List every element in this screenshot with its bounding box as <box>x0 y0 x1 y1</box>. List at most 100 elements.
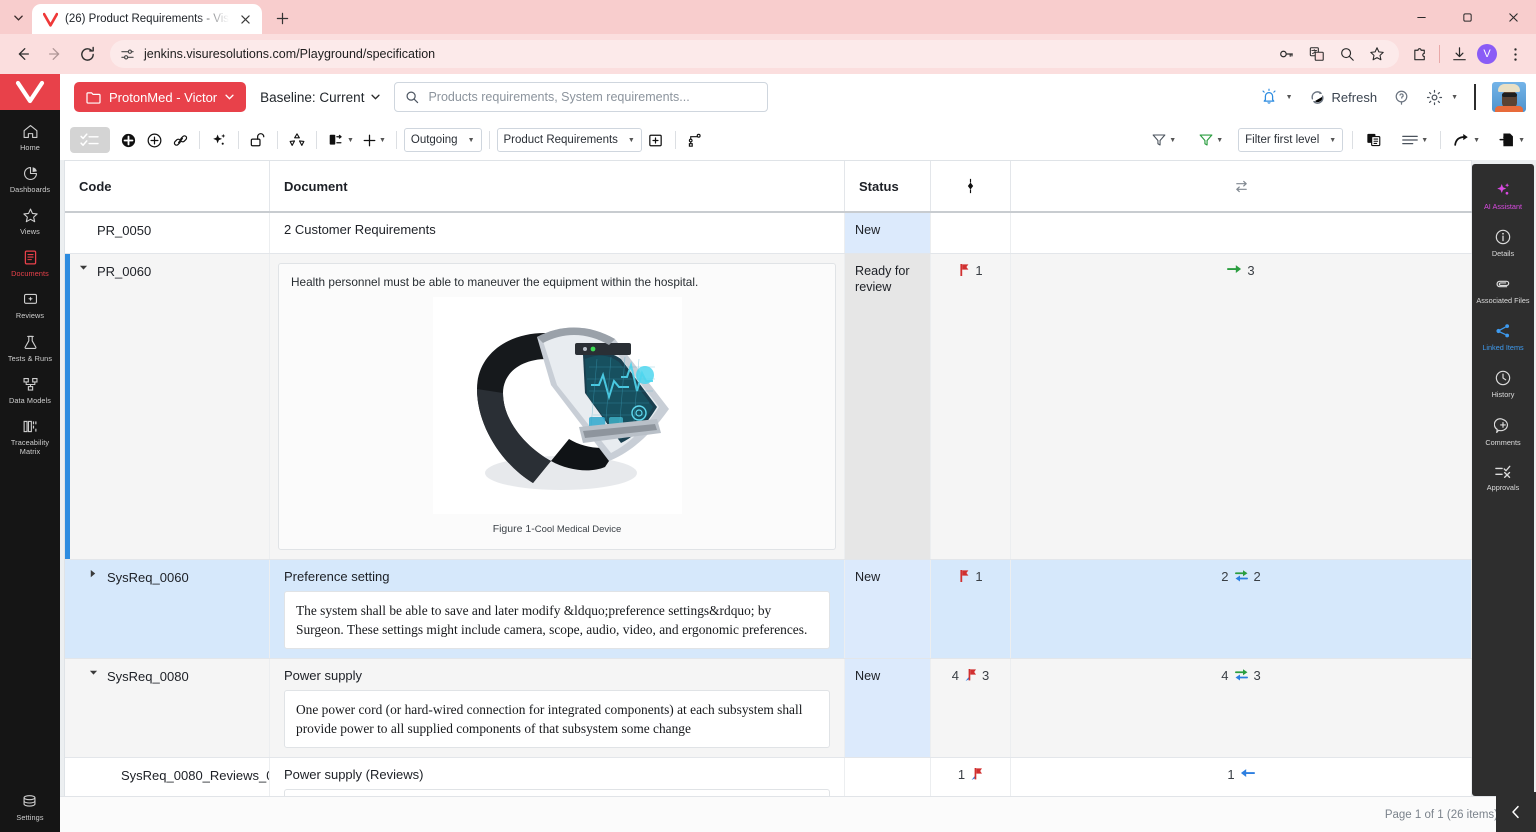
back-icon[interactable] <box>8 39 38 69</box>
sidebar-item-settings[interactable]: Settings <box>14 786 45 832</box>
panel-item-comments[interactable]: Comments <box>1472 408 1534 455</box>
refresh-button[interactable]: Refresh <box>1309 89 1377 106</box>
ai-suggest-button[interactable] <box>207 127 231 153</box>
panel-item-details[interactable]: Details <box>1472 219 1534 266</box>
sidebar-item-documents[interactable]: Documents <box>0 242 60 284</box>
profile-avatar[interactable]: V <box>1474 41 1500 67</box>
row-suspect-cell[interactable]: 4 3 <box>931 658 1011 757</box>
row-document-cell[interactable]: Health personnel must be able to maneuve… <box>270 254 845 559</box>
row-code-cell[interactable]: PR_0060 <box>65 254 270 559</box>
row-suspect-cell[interactable]: 1 <box>931 559 1011 658</box>
add-item-button[interactable] <box>116 127 140 153</box>
zoom-icon[interactable] <box>1337 44 1357 64</box>
row-traces-cell[interactable]: 3 <box>1011 254 1472 559</box>
sidebar-item-reviews[interactable]: Reviews <box>0 284 60 326</box>
downloads-icon[interactable] <box>1446 41 1472 67</box>
table-row[interactable]: ▼ PR_0050 2 Customer Requirements New <box>65 213 1472 254</box>
reload-icon[interactable] <box>72 39 102 69</box>
checklist-select-icon[interactable] <box>70 127 110 153</box>
table-row[interactable]: SysReq_0060 Preference setting The syste… <box>65 559 1472 659</box>
browser-menu-icon[interactable] <box>1502 41 1528 67</box>
trace-graph-button[interactable] <box>683 127 707 153</box>
expander-icon[interactable] <box>79 263 89 272</box>
row-document-cell[interactable]: Power supply (Reviews) One power cord (o… <box>270 757 845 796</box>
column-header-document[interactable]: Document <box>270 161 845 211</box>
sidebar-item-dashboards[interactable]: Dashboards <box>0 158 60 200</box>
row-code-cell[interactable]: SysReq_0080 <box>65 658 270 757</box>
key-icon[interactable] <box>1277 44 1297 64</box>
translate-icon[interactable] <box>1307 44 1327 64</box>
row-status-cell[interactable]: New <box>845 213 931 253</box>
new-tab-button[interactable] <box>268 4 296 32</box>
export-button[interactable]: ▼ <box>1495 127 1528 153</box>
forward-icon[interactable] <box>40 39 70 69</box>
table-row[interactable]: PR_0060 Health personnel must be able to… <box>65 254 1472 560</box>
add-column-button[interactable]: ▼ <box>359 127 389 153</box>
table-row[interactable]: SysReq_0080 Power supply One power cord … <box>65 658 1472 758</box>
sidebar-item-views[interactable]: Views <box>0 200 60 242</box>
row-document-cell[interactable]: Power supply One power cord (or hard-wir… <box>270 658 845 757</box>
row-status-cell[interactable]: New <box>845 559 931 658</box>
list-options-button[interactable]: ▼ <box>1398 127 1431 153</box>
notifications-button[interactable]: ▼ <box>1260 88 1293 106</box>
app-settings-button[interactable]: ▼ <box>1426 89 1458 106</box>
sidebar-item-data-models[interactable]: Data Models <box>0 369 60 411</box>
extensions-puzzle-icon[interactable] <box>1407 41 1433 67</box>
sidebar-item-home[interactable]: Home <box>0 116 60 158</box>
sidebar-item-traceability-matrix[interactable]: Traceability Matrix <box>0 411 60 462</box>
row-suspect-cell[interactable]: 1 <box>931 757 1011 796</box>
row-status-cell[interactable]: New <box>845 658 931 757</box>
expander-icon[interactable] <box>89 668 99 677</box>
baseline-selector[interactable]: Baseline: Current <box>260 90 381 105</box>
visure-logo-icon[interactable] <box>0 74 60 110</box>
help-button[interactable] <box>1393 89 1410 106</box>
trace-type-select[interactable]: Product Requirements ▼ <box>496 128 642 152</box>
browser-tab[interactable]: (26) Product Requirements - Vis <box>32 4 262 34</box>
new-document-button[interactable] <box>644 127 668 153</box>
row-status-cell[interactable]: Ready for review <box>845 254 931 559</box>
filter-level-select[interactable]: Filter first level ▼ <box>1238 128 1344 152</box>
site-settings-icon[interactable] <box>118 45 136 63</box>
unlock-button[interactable] <box>246 127 270 153</box>
panel-item-approvals[interactable]: Approvals <box>1472 455 1534 500</box>
global-search[interactable]: Products requirements, System requiremen… <box>394 82 769 112</box>
panel-item-associated-files[interactable]: Associated Files <box>1472 266 1534 313</box>
tab-list-button[interactable] <box>4 3 32 31</box>
add-child-button[interactable] <box>142 127 166 153</box>
omnibox[interactable]: jenkins.visuresolutions.com/Playground/s… <box>110 40 1399 68</box>
close-icon[interactable] <box>236 10 254 28</box>
panel-item-ai-assistant[interactable]: AI Assistant <box>1472 172 1534 219</box>
row-code-cell[interactable]: ▼ SysReq_0080_Reviews_001 <box>65 757 270 796</box>
row-traces-cell[interactable]: 4 3 <box>1011 658 1472 757</box>
merge-button[interactable]: ▼ <box>324 127 357 153</box>
table-row[interactable]: ▼ SysReq_0080_Reviews_001 Power supply (… <box>65 757 1472 796</box>
column-header-status[interactable]: Status <box>845 161 931 211</box>
maximize-icon[interactable] <box>1444 0 1490 34</box>
row-traces-cell[interactable]: 2 2 <box>1011 559 1472 658</box>
recycle-button[interactable] <box>285 127 309 153</box>
link-items-button[interactable] <box>168 127 192 153</box>
column-header-code[interactable]: Code <box>65 161 270 211</box>
row-status-cell[interactable] <box>845 757 931 796</box>
user-avatar[interactable] <box>1492 82 1526 112</box>
row-suspect-cell[interactable] <box>931 213 1011 253</box>
minimize-icon[interactable] <box>1398 0 1444 34</box>
close-window-icon[interactable] <box>1490 0 1536 34</box>
share-button[interactable]: ▼ <box>1450 127 1483 153</box>
filter-active-button[interactable]: ▼ <box>1195 127 1226 153</box>
panel-item-history[interactable]: History <box>1472 360 1534 407</box>
trace-direction-select[interactable]: Outgoing ▼ <box>403 128 482 152</box>
row-code-cell[interactable]: ▼ PR_0050 <box>65 213 270 253</box>
bookmark-star-icon[interactable] <box>1367 44 1387 64</box>
row-code-cell[interactable]: SysReq_0060 <box>65 559 270 658</box>
filter-button[interactable]: ▼ <box>1148 127 1179 153</box>
column-header-traces[interactable] <box>1011 161 1472 211</box>
collapse-panel-button[interactable] <box>1496 792 1536 832</box>
copy-view-button[interactable] <box>1362 127 1386 153</box>
column-header-suspect[interactable] <box>931 161 1011 211</box>
expander-icon[interactable] <box>89 569 99 578</box>
sidebar-item-tests-runs[interactable]: Tests & Runs <box>0 327 60 369</box>
row-document-cell[interactable]: 2 Customer Requirements <box>270 213 845 253</box>
row-traces-cell[interactable] <box>1011 213 1472 253</box>
row-traces-cell[interactable]: 1 <box>1011 757 1472 796</box>
